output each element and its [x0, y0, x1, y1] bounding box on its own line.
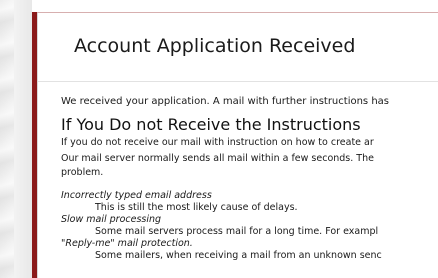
main-content: We received your application. A mail wit…	[61, 95, 438, 262]
reason-description: This is still the most likely cause of d…	[95, 202, 298, 213]
reason-term: Slow mail processing	[61, 214, 162, 225]
paragraph-mail-server: Our mail server normally sends all mail …	[61, 153, 374, 164]
section-heading: If You Do not Receive the Instructions	[61, 115, 361, 134]
content-card: Account Application Received We received…	[37, 13, 438, 278]
paragraph-mail-server-continued: problem.	[61, 167, 104, 178]
card-header: Account Application Received	[38, 13, 438, 82]
page-title: Account Application Received	[74, 35, 356, 57]
reason-term: Incorrectly typed email address	[61, 190, 212, 201]
reasons-list: Incorrectly typed email address This is …	[61, 190, 438, 262]
paragraph-instructions: If you do not receive our mail with inst…	[61, 137, 374, 148]
reason-term: "Reply-me" mail protection.	[61, 238, 193, 249]
reason-description: Some mailers, when receiving a mail from…	[95, 250, 382, 261]
intro-text: We received your application. A mail wit…	[61, 96, 389, 107]
page: Account Application Received We received…	[0, 0, 438, 278]
left-backdrop	[0, 0, 32, 278]
reason-description: Some mail servers process mail for a lon…	[95, 226, 379, 237]
